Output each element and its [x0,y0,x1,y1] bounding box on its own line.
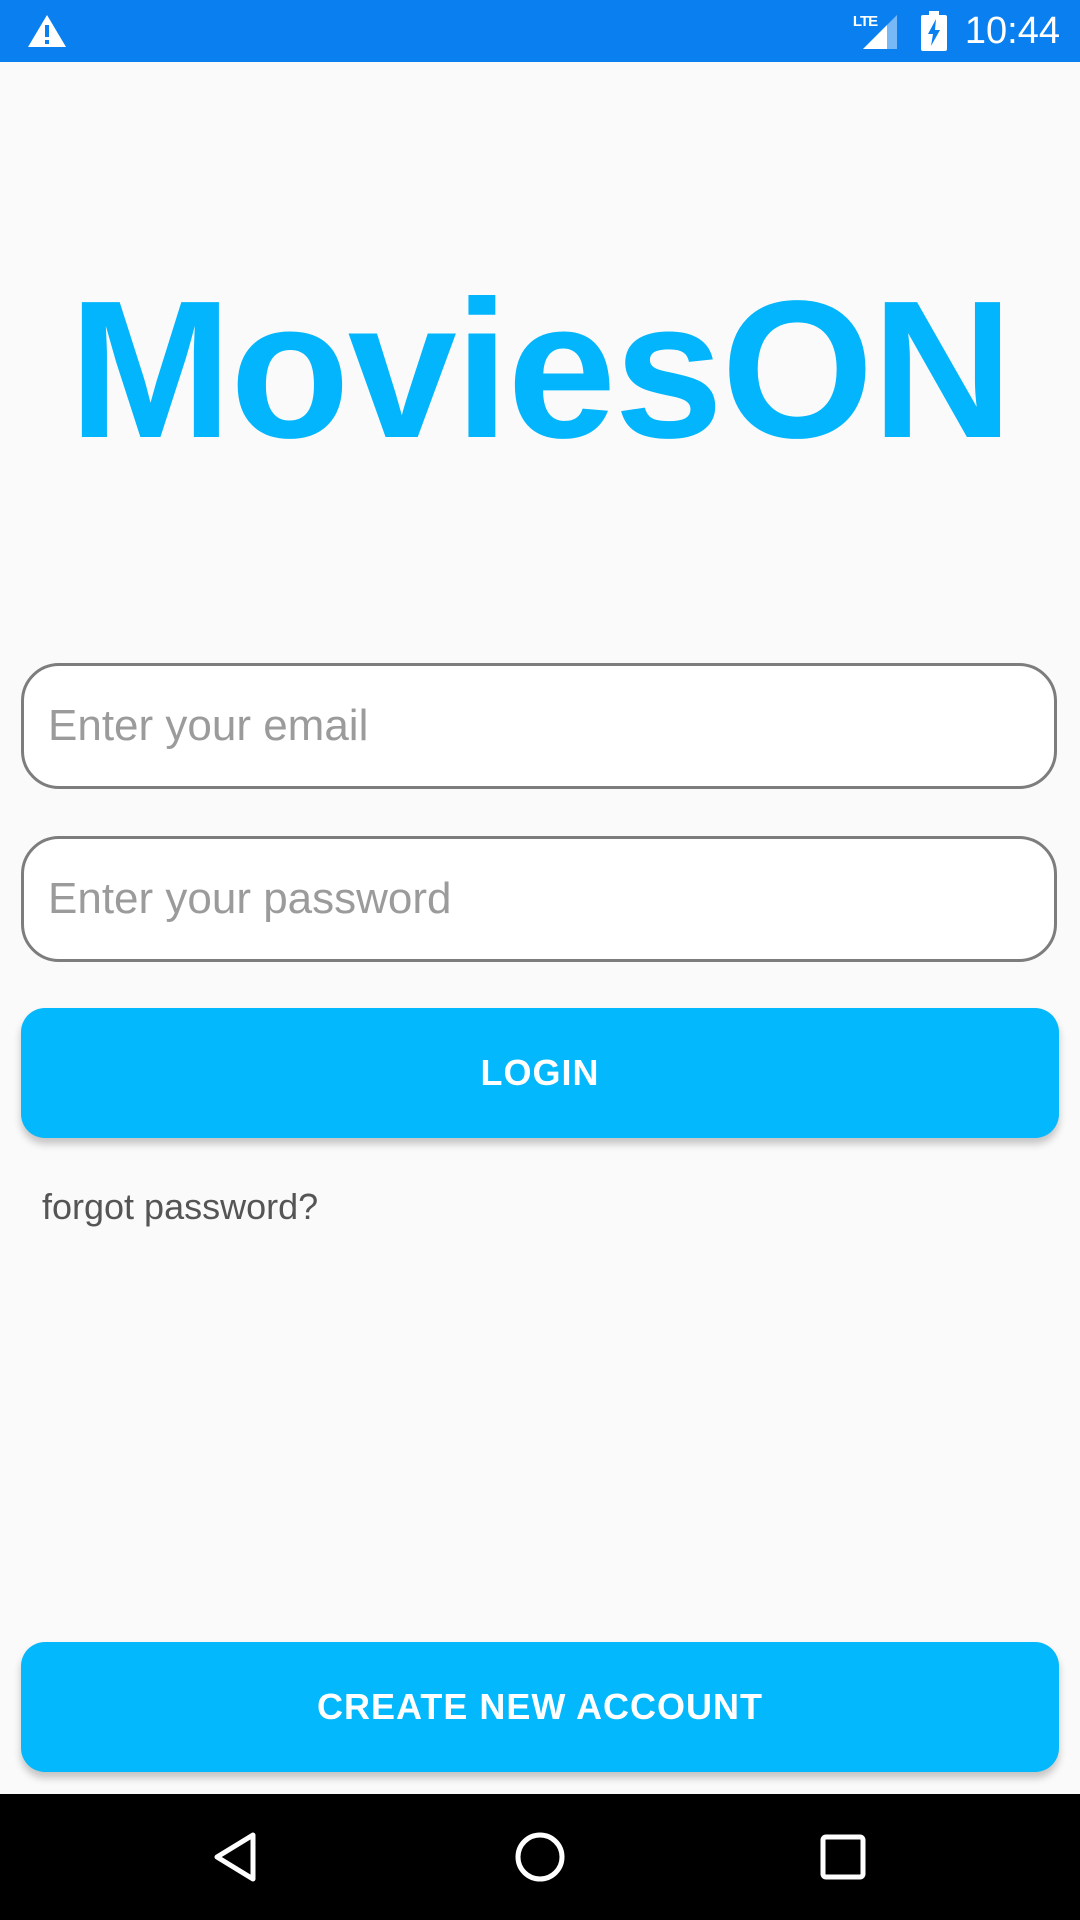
login-button[interactable]: LOGIN [21,1008,1059,1138]
back-icon[interactable] [200,1822,270,1892]
password-field[interactable] [21,836,1057,962]
warning-icon [28,15,66,47]
status-time: 10:44 [964,9,1060,52]
app-logo-title: MoviesON [68,260,1013,479]
status-bar: LTE 10:44 [0,0,1080,62]
navigation-bar [0,1794,1080,1920]
lte-signal-icon: LTE [853,11,903,51]
recents-icon[interactable] [808,1822,878,1892]
battery-charging-icon [920,11,947,51]
forgot-password-link[interactable]: forgot password? [42,1186,318,1228]
email-field[interactable] [21,663,1057,789]
home-icon[interactable] [505,1822,575,1892]
create-account-button[interactable]: CREATE NEW ACCOUNT [21,1642,1059,1772]
status-icons: LTE 10:44 [853,0,1060,62]
